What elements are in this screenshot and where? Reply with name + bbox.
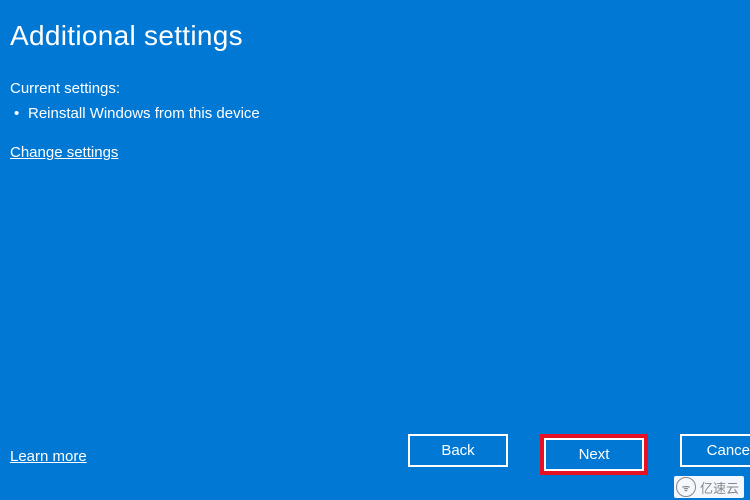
watermark-text: 亿速云 — [700, 478, 739, 497]
next-button[interactable]: Next — [544, 438, 644, 471]
current-settings-label: Current settings: — [0, 52, 750, 97]
change-settings-link[interactable]: Change settings — [10, 144, 118, 161]
button-row: Back Next Cancel — [408, 434, 750, 475]
settings-list: Reinstall Windows from this device — [0, 97, 750, 122]
next-button-highlight: Next — [540, 434, 648, 475]
learn-more-link[interactable]: Learn more — [10, 448, 87, 465]
back-button[interactable]: Back — [408, 434, 508, 467]
page-title: Additional settings — [0, 0, 750, 52]
settings-list-item: Reinstall Windows from this device — [10, 105, 740, 122]
watermark: ᯤ 亿速云 — [674, 476, 744, 498]
watermark-icon: ᯤ — [676, 477, 696, 497]
cancel-button[interactable]: Cancel — [680, 434, 750, 467]
